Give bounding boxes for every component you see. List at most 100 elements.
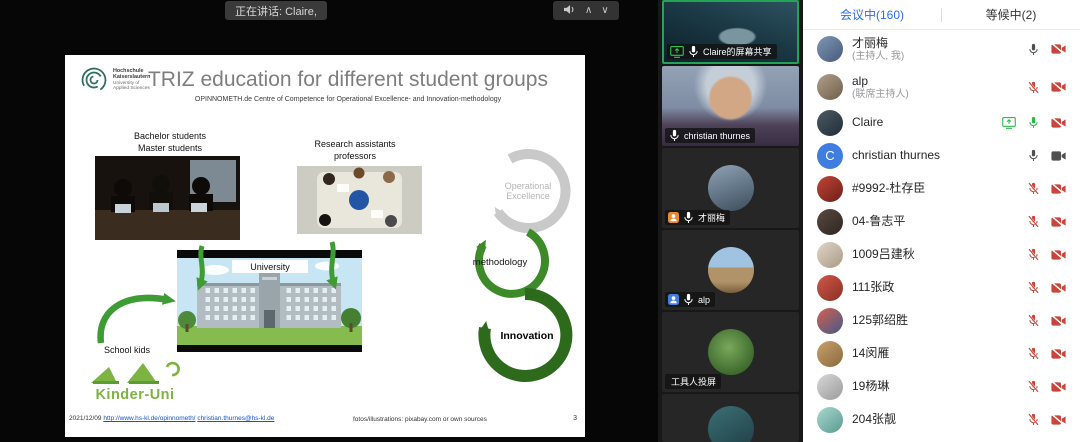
participant-info: 1009吕建秋 [852,247,1027,262]
presentation-slide: Hochschule Kaiserslautern University of … [65,55,585,437]
mic-icon[interactable] [1027,182,1040,195]
row-status-icons [1027,413,1066,426]
mic-icon[interactable] [1027,149,1040,162]
avatar [817,307,843,334]
stage-toolbar[interactable]: ∧ ∨ [553,1,619,20]
camera-icon[interactable] [1051,150,1066,162]
participant-name: 才丽梅 [852,35,889,50]
participant-name: christian thurnes [684,130,751,141]
camera-icon[interactable] [1051,314,1066,327]
video-tile[interactable]: 才丽梅 [662,148,799,228]
mic-icon[interactable] [1027,116,1040,129]
participant-row[interactable]: 111张政 [803,271,1080,304]
participant-name: 125郭绍胜 [852,313,909,327]
participant-name: 14闵雁 [852,346,890,360]
participant-info: 14闵雁 [852,346,1027,361]
mic-icon[interactable] [1027,380,1040,393]
participant-name: Claire的屏幕共享 [703,47,772,57]
participant-row[interactable]: 125郭绍胜 [803,304,1080,337]
tab-waiting[interactable]: 等候中(2) [942,6,1080,23]
participant-row[interactable]: 1009吕建秋 [803,238,1080,271]
row-status-icons [1027,43,1066,56]
video-tile[interactable]: christian thurnes [662,66,799,146]
participant-name: 才丽梅 [698,213,726,223]
mic-icon[interactable] [1027,81,1040,94]
footer-link-email: christian.thurnes@hs-kl.de [197,415,275,422]
video-thumbnail-strip: Claire的屏幕共享 christian thurnes 才丽梅 alp 工具… [658,0,803,442]
speaker-icon[interactable] [563,4,576,18]
participant-row[interactable]: 才丽梅 (主持人, 我) [803,30,1080,68]
participant-row[interactable]: Claire [803,106,1080,139]
camera-icon[interactable] [1051,413,1066,426]
label-research-assistants: Research assistants professors [314,139,396,161]
meeting-window: 正在讲话: Claire, ∧ ∨ Hochschule Kaiserslaut… [0,0,1080,442]
avatar [817,74,843,100]
avatar [817,406,843,433]
participant-info: Claire [852,115,1002,130]
ring3-label: Innovation [500,330,553,342]
camera-icon[interactable] [1051,182,1066,195]
participant-row[interactable]: 04-鲁志平 [803,205,1080,238]
participant-row[interactable]: 204张靓 [803,403,1080,436]
mic-icon[interactable] [1027,413,1040,426]
mic-icon[interactable] [1027,281,1040,294]
avatar [707,165,754,211]
camera-icon[interactable] [1051,380,1066,393]
participant-name: alp [698,294,711,305]
participant-name: alp [852,73,869,88]
camera-icon[interactable] [1051,116,1066,129]
tile-status-icons [670,45,700,58]
mic-icon[interactable] [1027,314,1040,327]
member-badge-icon [668,294,679,305]
video-tile[interactable]: Claire的屏幕共享 [662,0,799,64]
video-tile[interactable]: 工具人投屏 [662,312,799,392]
ring1-label-line1: Operational [505,181,552,191]
participant-info: 204张靓 [852,412,1027,427]
participant-info: christian thurnes [852,148,1027,163]
camera-icon[interactable] [1051,215,1066,228]
participant-row[interactable]: 19杨琳 [803,370,1080,403]
participant-name: 工具人投屏 [671,377,717,387]
participant-info: 125郭绍胜 [852,313,1027,328]
screen-share-icon [670,45,684,58]
participant-row[interactable]: 14闵雁 [803,337,1080,370]
video-tile-label: 才丽梅 [665,210,731,225]
mic-icon[interactable] [1027,215,1040,228]
video-tile[interactable] [662,394,799,442]
camera-icon[interactable] [1051,81,1066,93]
panel-tabs: 会议中(160) 等候中(2) [803,0,1080,30]
camera-icon[interactable] [1051,281,1066,294]
participant-row[interactable]: C christian thurnes [803,139,1080,172]
mic-icon[interactable] [1027,43,1040,56]
mic-icon[interactable] [668,129,681,142]
camera-icon[interactable] [1051,43,1066,55]
photo-research-assistants [297,166,422,234]
camera-icon[interactable] [1051,248,1066,261]
participant-name: 19杨琳 [852,379,890,393]
avatar: C [817,142,843,169]
footer-date: 2021/12/09 [69,415,102,422]
mic-icon[interactable] [682,293,695,306]
participant-info: 111张政 [852,280,1027,295]
mic-icon[interactable] [687,45,700,58]
avatar [817,208,843,235]
row-status-icons [1002,116,1066,129]
slide-subtitle: OPINNOMETH.de Centre of Competence for O… [194,96,502,103]
participant-name: 1009吕建秋 [852,247,915,261]
mic-icon[interactable] [1027,248,1040,261]
participant-row[interactable]: #9992-杜存臣 [803,172,1080,205]
avatar [817,274,843,301]
chevron-up-icon[interactable]: ∧ [585,5,592,16]
mic-icon[interactable] [1027,347,1040,360]
video-tile-label: Claire的屏幕共享 [667,44,777,59]
mic-icon[interactable] [682,211,695,224]
camera-icon[interactable] [1051,347,1066,360]
avatar [817,109,843,136]
chevron-down-icon[interactable]: ∨ [601,5,608,16]
tab-in-meeting[interactable]: 会议中(160) [803,6,941,23]
kinder-uni-art-icon [91,361,180,384]
video-tile[interactable]: alp [662,230,799,310]
participant-row[interactable]: alp (联席主持人) [803,68,1080,106]
slide-footer-credits: fotos/illustrations: pixabay.com or own … [353,416,487,423]
participants-panel: 会议中(160) 等候中(2) 才丽梅 (主持人, 我) alp (联席主持人) [803,0,1080,442]
